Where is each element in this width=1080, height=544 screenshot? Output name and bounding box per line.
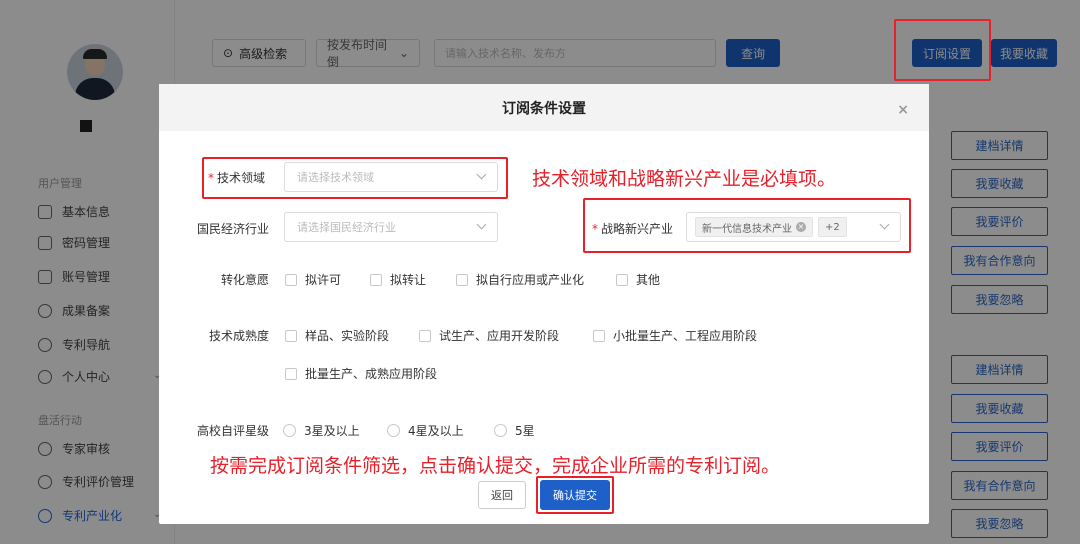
checkbox[interactable] <box>456 273 468 286</box>
maturity-option[interactable]: 样品、实验阶段 <box>285 327 389 344</box>
highlight-subscribe-settings <box>894 19 991 81</box>
transfer-option[interactable]: 拟转让 <box>370 271 426 288</box>
checkbox[interactable] <box>593 329 605 342</box>
checkbox[interactable] <box>370 273 382 286</box>
maturity-option[interactable]: 批量生产、成熟应用阶段 <box>285 365 437 382</box>
radio[interactable] <box>387 424 400 437</box>
rating-label: 高校自评星级 <box>197 424 270 438</box>
highlight-tech-field <box>202 157 508 199</box>
submit-annotation: 按需完成订阅条件筛选，点击确认提交，完成企业所需的专利订阅。 <box>210 455 781 477</box>
highlight-strategic <box>583 198 911 253</box>
maturity-option[interactable]: 试生产、应用开发阶段 <box>419 327 559 344</box>
chevron-down-icon <box>476 219 487 230</box>
economy-select[interactable]: 请选择国民经济行业 <box>284 212 498 242</box>
radio[interactable] <box>494 424 507 437</box>
maturity-label: 技术成熟度 <box>209 329 270 343</box>
checkbox[interactable] <box>616 273 628 286</box>
rating-option[interactable]: 5星 <box>494 422 535 439</box>
back-button[interactable]: 返回 <box>478 481 526 509</box>
highlight-submit <box>536 476 614 514</box>
required-annotation: 技术领域和战略新兴产业是必填项。 <box>532 168 837 190</box>
transfer-option[interactable]: 拟自行应用或产业化 <box>456 271 584 288</box>
rating-option[interactable]: 3星及以上 <box>283 422 360 439</box>
transfer-option[interactable]: 拟许可 <box>285 271 341 288</box>
transfer-label: 转化意愿 <box>221 273 270 287</box>
radio[interactable] <box>283 424 296 437</box>
rating-option[interactable]: 4星及以上 <box>387 422 464 439</box>
economy-label: 国民经济行业 <box>197 222 270 236</box>
transfer-option[interactable]: 其他 <box>616 271 660 288</box>
modal-header: 订阅条件设置 × <box>159 84 929 131</box>
maturity-option[interactable]: 小批量生产、工程应用阶段 <box>593 327 757 344</box>
close-icon[interactable]: × <box>897 102 909 118</box>
checkbox[interactable] <box>285 329 297 342</box>
modal-title: 订阅条件设置 <box>502 100 586 117</box>
checkbox[interactable] <box>419 329 431 342</box>
checkbox[interactable] <box>285 273 297 286</box>
checkbox[interactable] <box>285 367 297 380</box>
